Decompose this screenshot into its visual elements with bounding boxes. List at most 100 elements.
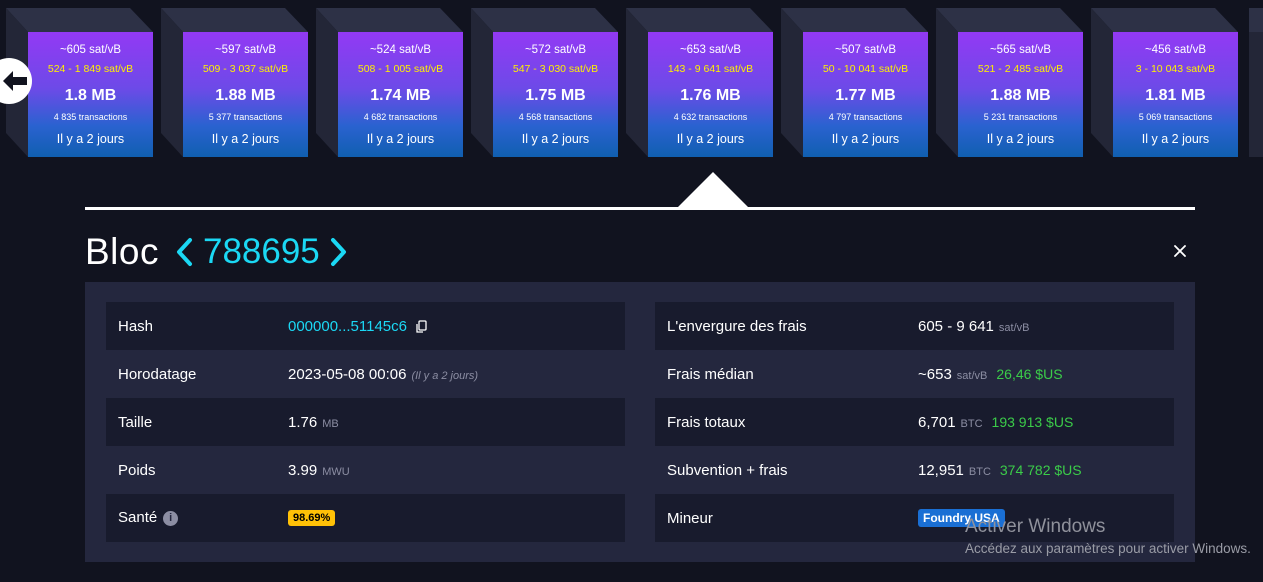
block-side-face (936, 8, 958, 157)
size-value: 1.76 (288, 413, 318, 431)
block-face[interactable]: ~572 sat/vB 547 - 3 030 sat/vB 1.75 MB 4… (493, 32, 618, 157)
blockchain-strip: ~605 sat/vB 524 - 1 849 sat/vB 1.8 MB 4 … (0, 0, 1263, 175)
details-left-column: Hash 000000...51145c6 Horodatage 2023-05… (106, 302, 625, 542)
block-size: 1.76 MB (680, 87, 741, 104)
block-card[interactable]: ~524 sat/vB 508 - 1 005 sat/vB 1.74 MB 4… (316, 8, 463, 158)
block-time: Il y a 2 jours (831, 132, 900, 146)
block-median-fee: ~597 sat/vB (214, 44, 277, 56)
block-top-face (1091, 8, 1238, 32)
block-size: 1.88 MB (215, 87, 276, 104)
block-tx-count: 4 682 transactions (363, 112, 438, 122)
block-time: Il y a 2 jours (1141, 132, 1210, 146)
weight-label: Poids (118, 461, 156, 479)
block-size: 1.77 MB (835, 87, 896, 104)
detail-row-total-fees: Frais totaux 6,701 BTC 193 913 $US (655, 398, 1174, 446)
block-card[interactable]: ~572 sat/vB 547 - 3 030 sat/vB 1.75 MB 4… (471, 8, 618, 158)
block-side-face (471, 8, 493, 157)
block-median-fee: ~605 sat/vB (59, 44, 122, 56)
health-label-wrap: Santé i (118, 509, 179, 527)
block-side-face (161, 8, 183, 157)
block-card[interactable]: ~456 sat/vB 3 - 10 043 sat/vB 1.81 MB 5 … (1091, 8, 1238, 158)
block-height: 788695 (202, 232, 320, 271)
block-median-fee: ~456 sat/vB (1144, 44, 1207, 56)
size-value-wrap: 1.76 MB (288, 414, 339, 431)
close-button[interactable] (1170, 241, 1190, 261)
hash-link[interactable]: 000000...51145c6 (288, 318, 407, 335)
detail-row-hash: Hash 000000...51145c6 (106, 302, 625, 350)
block-time: Il y a 2 jours (56, 132, 125, 146)
watermark-title: Activer Windows (965, 516, 1106, 537)
block-tx-count: 5 069 transactions (1138, 112, 1213, 122)
previous-block-button[interactable] (171, 230, 197, 274)
block-title: Bloc 788695 (85, 230, 352, 274)
block-tx-count: 5 231 transactions (983, 112, 1058, 122)
block-top-face (316, 8, 463, 32)
block-tx-count: 4 632 transactions (673, 112, 748, 122)
block-fee-range: 143 - 9 641 sat/vB (667, 63, 754, 75)
block-time: Il y a 2 jours (986, 132, 1055, 146)
block-fee-range: 521 - 2 485 sat/vB (977, 63, 1064, 75)
fee-span-value-wrap: 605 - 9 641 sat/vB (918, 318, 1029, 335)
timestamp-label: Horodatage (118, 365, 197, 383)
block-size: 1.81 MB (1145, 87, 1206, 104)
block-median-fee: ~565 sat/vB (989, 44, 1052, 56)
block-face[interactable]: ~605 sat/vB 524 - 1 849 sat/vB 1.8 MB 4 … (28, 32, 153, 157)
block-side-face (316, 8, 338, 157)
chevron-right-icon (330, 238, 346, 266)
block-tx-count: 4 835 transactions (53, 112, 128, 122)
block-tx-count: 4 568 transactions (518, 112, 593, 122)
copy-icon[interactable] (416, 319, 427, 333)
block-side-face (626, 8, 648, 157)
block-face[interactable]: ~456 sat/vB 3 - 10 043 sat/vB 1.81 MB 5 … (1113, 32, 1238, 157)
block-median-fee: ~507 sat/vB (834, 44, 897, 56)
block-card[interactable]: ~565 sat/vB 521 - 2 485 sat/vB 1.88 MB 5… (936, 8, 1083, 158)
block-side-face (781, 8, 803, 157)
block-face[interactable]: ~597 sat/vB 509 - 3 037 sat/vB 1.88 MB 5… (183, 32, 308, 157)
detail-row-timestamp: Horodatage 2023-05-08 00:06 (Il y a 2 jo… (106, 350, 625, 398)
info-icon[interactable]: i (163, 510, 179, 526)
block-size: 1.74 MB (370, 87, 431, 104)
block-face[interactable]: ~524 sat/vB 508 - 1 005 sat/vB 1.74 MB 4… (338, 32, 463, 157)
subsidy-fees-value: 12,951 (918, 461, 964, 479)
block-card[interactable]: ~597 sat/vB 509 - 3 037 sat/vB 1.88 MB 5… (161, 8, 308, 158)
weight-unit: MWU (322, 465, 350, 478)
block-face[interactable]: ~507 sat/vB 50 - 10 041 sat/vB 1.77 MB 4… (803, 32, 928, 157)
chevron-left-icon (176, 238, 192, 266)
size-label: Taille (118, 413, 153, 431)
fee-span-unit: sat/vB (998, 321, 1030, 334)
median-fee-label: Frais médian (667, 365, 754, 383)
detail-row-median-fee: Frais médian ~653 sat/vB 26,46 $US (655, 350, 1174, 398)
block-fee-range: 3 - 10 043 sat/vB (1135, 63, 1216, 75)
block-fee-range: 524 - 1 849 sat/vB (47, 63, 134, 75)
next-block-button[interactable] (326, 230, 352, 274)
block-card-selected[interactable]: ~653 sat/vB 143 - 9 641 sat/vB 1.76 MB 4… (626, 8, 773, 158)
subsidy-fees-value-wrap: 12,951 BTC 374 782 $US (918, 462, 1082, 479)
timestamp-value-wrap: 2023-05-08 00:06 (Il y a 2 jours) (288, 366, 478, 383)
block-fee-range: 509 - 3 037 sat/vB (202, 63, 289, 75)
detail-row-weight: Poids 3.99 MWU (106, 446, 625, 494)
block-size: 1.88 MB (990, 87, 1051, 104)
block-tx-count: 5 377 transactions (208, 112, 283, 122)
block-face[interactable]: ~653 sat/vB 143 - 9 641 sat/vB 1.76 MB 4… (648, 32, 773, 157)
weight-value: 3.99 (288, 461, 318, 479)
block-fee-range: 547 - 3 030 sat/vB (512, 63, 599, 75)
total-fees-label: Frais totaux (667, 413, 746, 431)
size-unit: MB (322, 417, 339, 430)
total-fees-usd: 193 913 $US (991, 413, 1074, 430)
block-face[interactable]: ~565 sat/vB 521 - 2 485 sat/vB 1.88 MB 5… (958, 32, 1083, 157)
fee-span-value: 605 - 9 641 (918, 317, 994, 335)
windows-activation-watermark: Activer Windows Accédez aux paramètres p… (965, 516, 1251, 556)
hash-label: Hash (118, 317, 154, 335)
fee-span-label: L'envergure des frais (667, 317, 807, 335)
block-time: Il y a 2 jours (211, 132, 280, 146)
median-fee-value: ~653 (918, 365, 952, 383)
block-card[interactable]: ~507 sat/vB 50 - 10 041 sat/vB 1.77 MB 4… (781, 8, 928, 158)
next-block-edge (1249, 8, 1263, 158)
timestamp-ago: (Il y a 2 jours) (411, 369, 479, 382)
block-time: Il y a 2 jours (676, 132, 745, 146)
total-fees-value: 6,701 (918, 413, 956, 431)
watermark-subtitle: Accédez aux paramètres pour activer Wind… (965, 541, 1251, 556)
health-value-wrap: 98.69% (288, 510, 336, 526)
median-fee-usd: 26,46 $US (996, 365, 1063, 382)
block-top-face (626, 8, 773, 32)
